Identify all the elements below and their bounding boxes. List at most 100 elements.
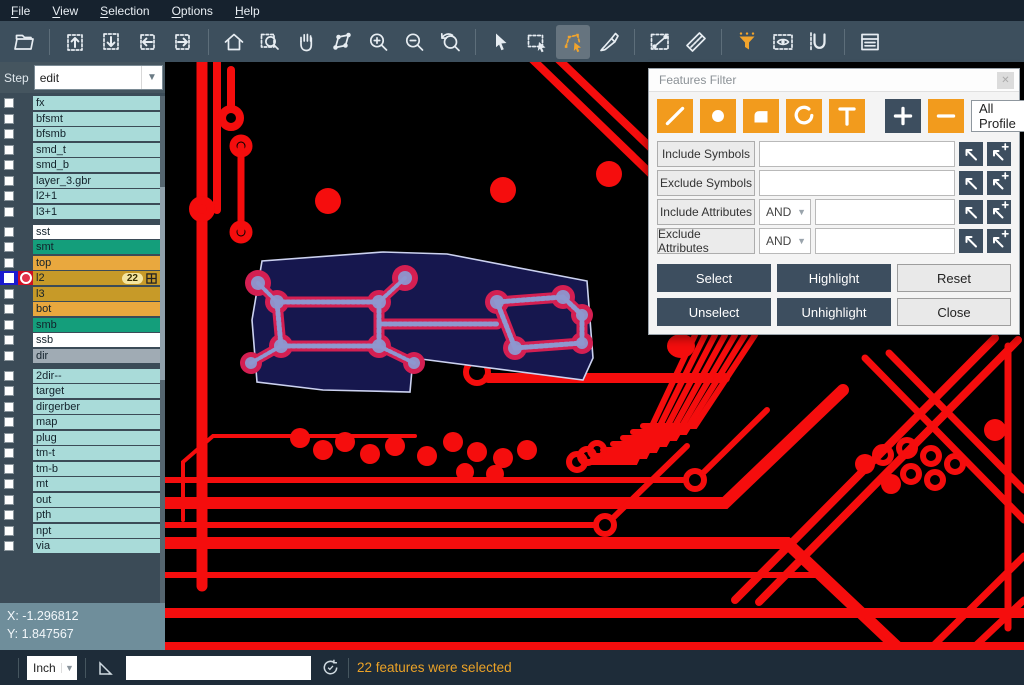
layer-visibility-checkbox[interactable]	[4, 526, 14, 536]
layer-name-label[interactable]: pth	[33, 508, 160, 522]
exclude-attributes-button[interactable]: Exclude Attributes	[657, 228, 755, 254]
layer-row-smt[interactable]: smt	[0, 240, 160, 254]
active-layer-indicator[interactable]	[18, 384, 33, 398]
active-layer-indicator[interactable]	[18, 508, 33, 522]
dialog-title-bar[interactable]: Features Filter ✕	[649, 69, 1019, 92]
layer-name-label[interactable]: sst	[33, 225, 160, 239]
active-layer-indicator[interactable]	[18, 318, 33, 332]
layer-row-l2[interactable]: l222	[0, 271, 160, 285]
layer-visibility-checkbox[interactable]	[4, 160, 14, 170]
active-layer-indicator[interactable]	[18, 205, 33, 219]
pad-filter-icon[interactable]	[700, 99, 736, 133]
active-layer-indicator[interactable]	[18, 477, 33, 491]
select-pointer-icon[interactable]	[484, 25, 518, 59]
sync-icon[interactable]	[321, 658, 340, 677]
zoom-in-icon[interactable]	[361, 25, 395, 59]
include-attributes-operator-select[interactable]: AND▼	[759, 199, 811, 225]
layer-name-label[interactable]: fx	[33, 96, 160, 110]
layer-visibility-checkbox[interactable]	[4, 145, 14, 155]
home-view-icon[interactable]	[217, 25, 251, 59]
layer-name-label[interactable]: l222	[33, 271, 160, 285]
profile-select[interactable]: All Profile▼	[971, 100, 1024, 132]
layer-row-fx[interactable]: fx	[0, 96, 160, 110]
layer-visibility-checkbox[interactable]	[4, 464, 14, 474]
layer-name-label[interactable]: bfsmt	[33, 112, 160, 126]
layer-row-bfsmt[interactable]: bfsmt	[0, 112, 160, 126]
layer-name-label[interactable]: 2dir--	[33, 369, 160, 383]
menu-file[interactable]: File	[0, 0, 41, 21]
exclude-attributes-input[interactable]	[815, 228, 955, 254]
exclude-symbols-pick-icon[interactable]	[959, 171, 983, 195]
unselect-button[interactable]: Unselect	[657, 298, 771, 326]
layer-row-smd-t[interactable]: smd_t	[0, 143, 160, 157]
layer-visibility-checkbox[interactable]	[4, 541, 14, 551]
open-folder-icon[interactable]	[7, 25, 41, 59]
layer-row-l2-1[interactable]: l2+1	[0, 189, 160, 203]
view-bottom-icon[interactable]	[94, 25, 128, 59]
include-attributes-button[interactable]: Include Attributes	[657, 199, 755, 225]
active-layer-indicator[interactable]	[18, 271, 33, 285]
close-button[interactable]: Close	[897, 298, 1011, 326]
active-layer-indicator[interactable]	[18, 446, 33, 460]
view-left-icon[interactable]	[130, 25, 164, 59]
include-symbols-input[interactable]	[759, 141, 955, 167]
layer-row-top[interactable]: top	[0, 256, 160, 270]
active-layer-indicator[interactable]	[18, 96, 33, 110]
layer-name-label[interactable]: l3+1	[33, 205, 160, 219]
layer-name-label[interactable]: l2+1	[33, 189, 160, 203]
layer-name-label[interactable]: l3	[33, 287, 160, 301]
menu-options[interactable]: Options	[161, 0, 224, 21]
layer-row-plug[interactable]: plug	[0, 431, 160, 445]
active-layer-indicator[interactable]	[18, 524, 33, 538]
layer-row-out[interactable]: out	[0, 493, 160, 507]
layer-row-tm-b[interactable]: tm-b	[0, 462, 160, 476]
highlight-button[interactable]: Highlight	[777, 264, 891, 292]
layer-row-npt[interactable]: npt	[0, 524, 160, 538]
layer-visibility-checkbox[interactable]	[4, 351, 14, 361]
line-filter-icon[interactable]	[657, 99, 693, 133]
layer-name-label[interactable]: bfsmb	[33, 127, 160, 141]
layer-name-label[interactable]: mt	[33, 477, 160, 491]
layer-visibility-checkbox[interactable]	[4, 129, 14, 139]
snap-icon[interactable]	[802, 25, 836, 59]
close-icon[interactable]: ✕	[997, 72, 1014, 89]
layer-row-map[interactable]: map	[0, 415, 160, 429]
active-layer-indicator[interactable]	[18, 462, 33, 476]
layer-row-bot[interactable]: bot	[0, 302, 160, 316]
menu-selection[interactable]: Selection	[89, 0, 160, 21]
include-symbols-pick-add-icon[interactable]	[987, 142, 1011, 166]
layer-row-dirgerber[interactable]: dirgerber	[0, 400, 160, 414]
active-layer-indicator[interactable]	[18, 143, 33, 157]
unit-select[interactable]: Inch ▼	[27, 656, 77, 680]
include-symbols-pick-icon[interactable]	[959, 142, 983, 166]
layer-row-l3[interactable]: l3	[0, 287, 160, 301]
select-rectangle-icon[interactable]	[520, 25, 554, 59]
active-layer-indicator[interactable]	[18, 256, 33, 270]
layer-visibility-checkbox[interactable]	[4, 176, 14, 186]
layer-row-l3-1[interactable]: l3+1	[0, 205, 160, 219]
active-layer-indicator[interactable]	[18, 112, 33, 126]
layer-visibility-checkbox[interactable]	[4, 304, 14, 314]
layer-name-label[interactable]: npt	[33, 524, 160, 538]
layer-row-dir[interactable]: dir	[0, 349, 160, 363]
layer-visibility-checkbox[interactable]	[4, 402, 14, 412]
layer-visibility-checkbox[interactable]	[4, 433, 14, 443]
layer-name-label[interactable]: out	[33, 493, 160, 507]
active-layer-indicator[interactable]	[18, 349, 33, 363]
layer-row-ssb[interactable]: ssb	[0, 333, 160, 347]
select-polygon-icon[interactable]	[556, 25, 590, 59]
layer-name-label[interactable]: top	[33, 256, 160, 270]
view-top-icon[interactable]	[58, 25, 92, 59]
layer-name-label[interactable]: smd_t	[33, 143, 160, 157]
include-symbols-button[interactable]: Include Symbols	[657, 141, 755, 167]
layer-row-layer-3-gbr[interactable]: layer_3.gbr	[0, 174, 160, 188]
layer-row-sst[interactable]: sst	[0, 225, 160, 239]
layer-row-target[interactable]: target	[0, 384, 160, 398]
active-layer-indicator[interactable]	[18, 493, 33, 507]
layer-visibility-checkbox[interactable]	[4, 289, 14, 299]
layer-visibility-checkbox[interactable]	[4, 191, 14, 201]
active-layer-indicator[interactable]	[18, 287, 33, 301]
clear-selection-brush-icon[interactable]	[592, 25, 626, 59]
grid-table-icon[interactable]	[146, 273, 157, 284]
active-layer-indicator[interactable]	[18, 415, 33, 429]
